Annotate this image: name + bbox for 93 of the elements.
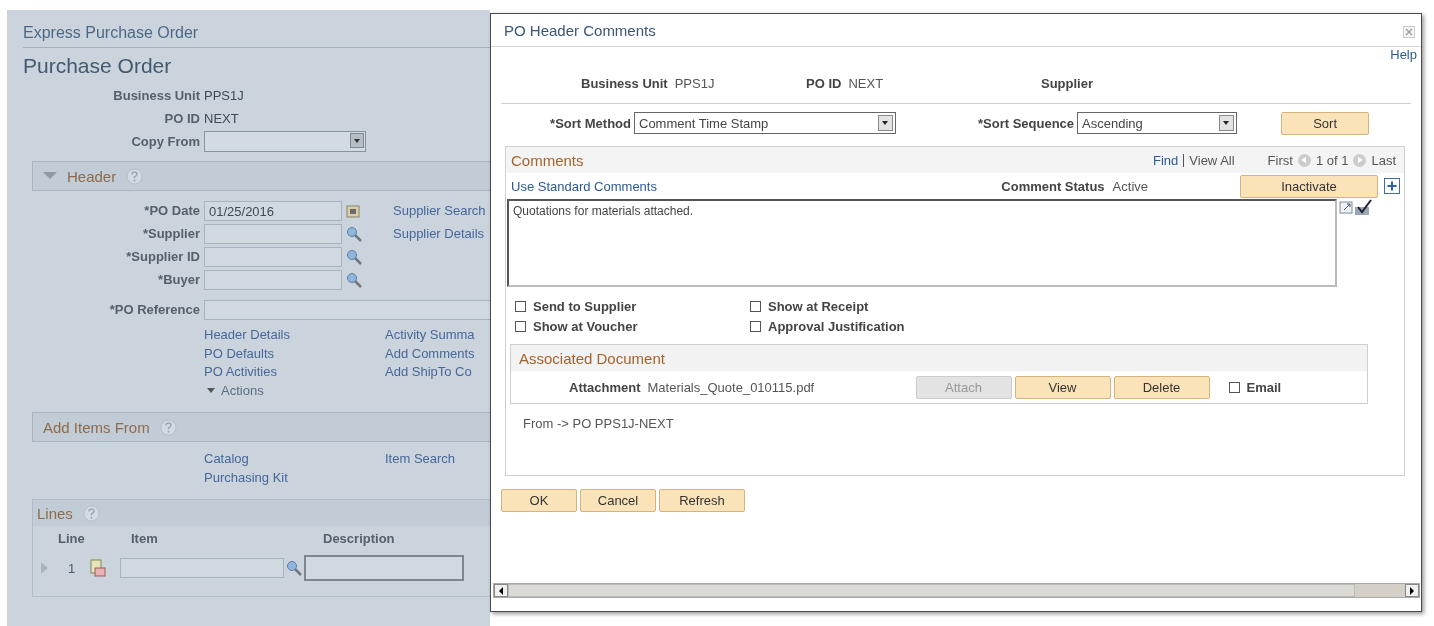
checkbox-label: Send to Supplier xyxy=(533,299,637,314)
field-label: *Sort Method xyxy=(549,115,631,131)
sort-method-dropdown[interactable]: Comment Time Stamp xyxy=(634,112,896,134)
section-title: Associated Document xyxy=(519,349,665,367)
field-label: *Buyer xyxy=(157,272,200,287)
field-value: PPS1J xyxy=(204,88,245,103)
field-label: Comment Status xyxy=(1001,178,1105,194)
supplier-link[interactable]: Supplier Search xyxy=(393,203,490,218)
attachment-button[interactable]: Delete xyxy=(1113,375,1210,399)
search-icon[interactable] xyxy=(286,560,302,576)
header-link[interactable]: PO Defaults xyxy=(204,344,385,363)
attachment-button[interactable]: View xyxy=(1014,375,1111,399)
checkbox[interactable] xyxy=(1228,381,1240,393)
sort-button[interactable]: Sort xyxy=(1281,111,1370,135)
supplier-link[interactable]: Supplier Details xyxy=(393,226,490,241)
section-title: Lines xyxy=(37,504,73,522)
add-items-link[interactable]: Catalog xyxy=(204,450,385,469)
description-field[interactable] xyxy=(304,555,464,581)
checkbox[interactable] xyxy=(750,301,761,312)
header-link[interactable]: PO Activities xyxy=(204,363,385,382)
field-label: *Sort Sequence xyxy=(978,115,1075,131)
field-label: *Supplier ID xyxy=(125,249,200,264)
field-label: PO ID xyxy=(806,75,842,91)
breadcrumb: Express Purchase Order xyxy=(23,10,490,48)
last-label: Last xyxy=(1371,152,1396,168)
item-field[interactable] xyxy=(120,558,284,578)
checkbox[interactable] xyxy=(515,321,526,332)
help-icon[interactable] xyxy=(159,418,177,436)
input-field[interactable] xyxy=(204,223,342,244)
field-value: PPS1J xyxy=(674,75,715,91)
search-icon[interactable] xyxy=(346,248,362,265)
field-label: *PO Reference xyxy=(108,302,200,317)
field-value: NEXT xyxy=(848,75,884,91)
page-title: Purchase Order xyxy=(23,54,173,78)
add-items-link[interactable]: Purchasing Kit xyxy=(204,468,385,487)
section-title: Comments xyxy=(511,151,584,169)
add-items-link[interactable]: Item Search xyxy=(385,450,490,469)
section-title: Add Items From xyxy=(43,418,150,436)
help-link[interactable]: Help xyxy=(1390,47,1417,62)
horizontal-scrollbar[interactable] xyxy=(493,583,1420,598)
field-label: Supplier xyxy=(1041,75,1093,91)
help-icon[interactable] xyxy=(82,504,100,522)
header-link[interactable]: Header Details xyxy=(204,326,385,345)
dialog-button[interactable]: Cancel xyxy=(580,489,656,512)
origin-text: From -> PO PPS1J-NEXT xyxy=(523,416,675,431)
header-link[interactable]: Add Comments xyxy=(385,344,490,363)
checkbox-label: Show at Receipt xyxy=(768,299,869,314)
close-icon[interactable] xyxy=(1403,26,1415,38)
field-label: Business Unit xyxy=(112,88,200,103)
search-icon[interactable] xyxy=(346,225,362,242)
field-value: NEXT xyxy=(204,111,240,126)
column-header: Line xyxy=(58,531,85,546)
input-field[interactable] xyxy=(204,246,342,267)
calendar-icon[interactable] xyxy=(346,203,360,218)
actions-menu[interactable]: Actions xyxy=(204,381,385,400)
header-link[interactable]: Activity Summa xyxy=(385,326,490,345)
page-count: 1 of 1 xyxy=(1315,152,1349,168)
column-header: Item xyxy=(131,531,158,546)
line-number: 1 xyxy=(68,560,77,576)
search-icon[interactable] xyxy=(346,271,362,288)
find-link[interactable]: Find xyxy=(1153,152,1179,168)
checkbox-label: Email xyxy=(1246,379,1282,395)
help-icon[interactable] xyxy=(126,167,144,185)
checkbox[interactable] xyxy=(750,321,761,332)
document-icon[interactable] xyxy=(90,559,106,577)
standard-comments-link[interactable]: Use Standard Comments xyxy=(511,178,657,194)
comment-text-area[interactable]: Quotations for materials attached. xyxy=(507,199,1337,287)
checkbox-label: Show at Voucher xyxy=(533,319,638,334)
previous-icon[interactable] xyxy=(1297,153,1311,167)
dialog-button[interactable]: OK xyxy=(501,489,577,512)
field-label: Attachment xyxy=(569,379,641,395)
view-all-link[interactable]: View All xyxy=(1189,152,1235,168)
field-label: PO ID xyxy=(163,111,200,126)
input-field[interactable] xyxy=(204,269,342,290)
header-link[interactable]: Add ShipTo Co xyxy=(385,363,490,382)
section-title: Header xyxy=(67,167,117,185)
checkbox[interactable] xyxy=(515,301,526,312)
input-field[interactable]: 01/25/2016 xyxy=(204,200,342,221)
comment-status: Active xyxy=(1112,178,1148,194)
next-icon[interactable] xyxy=(1353,153,1367,167)
column-header: Description xyxy=(323,531,395,546)
dialog-button[interactable]: Refresh xyxy=(659,489,745,512)
field-label: Copy From xyxy=(130,134,200,149)
field-label: *PO Date xyxy=(143,203,200,218)
add-icon[interactable] xyxy=(1384,178,1400,194)
sort-sequence-dropdown[interactable]: Ascending xyxy=(1077,112,1238,134)
first-label: First xyxy=(1267,152,1293,168)
field-label: *Supplier xyxy=(141,226,200,241)
checkbox-label: Approval Justification xyxy=(768,319,905,334)
attachment-file-name: Materials_Quote_010115.pdf xyxy=(647,379,816,395)
inactivate-button[interactable]: Inactivate xyxy=(1240,174,1378,198)
dialog-title: PO Header Comments xyxy=(504,21,656,39)
field-label: Business Unit xyxy=(581,75,668,91)
